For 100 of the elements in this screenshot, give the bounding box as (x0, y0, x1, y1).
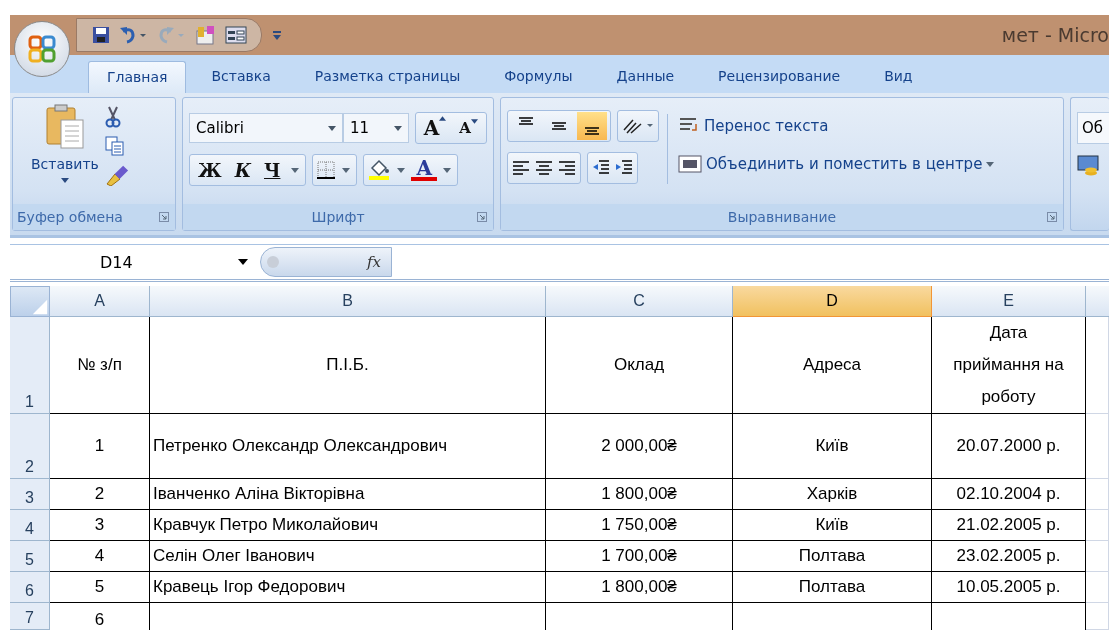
wrap-text-button[interactable]: Перенос текста (676, 114, 997, 138)
office-button[interactable] (14, 21, 70, 77)
row-header[interactable]: 1 (10, 317, 50, 414)
table-cell: П.І.Б. (150, 317, 546, 414)
table-cell: 1 (50, 414, 150, 479)
table-cell: Київ (733, 510, 932, 541)
caret-icon (238, 259, 248, 265)
empty-cell (1086, 603, 1109, 630)
ribbon-tab[interactable]: Вид (865, 60, 932, 93)
copy-icon[interactable] (104, 136, 125, 156)
row-header[interactable]: 3 (10, 479, 50, 510)
table-cell: 20.07.2000 р. (932, 414, 1086, 479)
chart-icon[interactable] (195, 25, 217, 45)
group-label: Шрифт (311, 209, 365, 225)
column-header[interactable]: D (733, 286, 932, 317)
clipboard-icon (44, 104, 85, 150)
column-header[interactable]: B (150, 286, 546, 317)
dialog-launcher-icon[interactable] (477, 212, 487, 222)
grow-font-button[interactable]: A (418, 116, 452, 140)
caret-icon (471, 119, 478, 124)
fill-color-icon[interactable] (367, 159, 392, 181)
dropdown-arrow-icon[interactable] (442, 167, 451, 173)
dropdown-arrow-icon[interactable] (291, 167, 300, 173)
ribbon-tab[interactable]: Разметка страницы (295, 60, 480, 93)
font-size-field[interactable]: 11 (342, 113, 409, 143)
undo-icon[interactable] (119, 25, 149, 45)
align-center-icon[interactable] (534, 158, 554, 178)
group-label: Выравнивание (727, 209, 837, 225)
table-cell: 02.10.2004 р. (932, 479, 1086, 510)
align-left-icon[interactable] (511, 158, 531, 178)
column-header[interactable]: A (50, 286, 150, 317)
row-header[interactable]: 5 (10, 541, 50, 572)
customize-icon[interactable] (272, 29, 282, 41)
table-cell: Кравець Ігор Федорович (150, 572, 546, 603)
table-cell: 6 (50, 603, 150, 630)
ribbon-tab[interactable]: Вставка (192, 60, 290, 93)
vertical-align-button[interactable] (577, 112, 607, 140)
ribbon-tab[interactable]: Формулы (485, 60, 592, 93)
table-cell: 1 750,00₴ (546, 510, 733, 541)
table-cell: 4 (50, 541, 150, 572)
ribbon-tab[interactable]: Данные (597, 60, 694, 93)
empty-cell (1086, 572, 1109, 603)
cut-icon[interactable] (104, 106, 121, 128)
merge-center-button[interactable]: Объединить и поместить в центре (676, 152, 997, 176)
triangle-icon (31, 298, 49, 316)
table-cell: Петренко Олександр Олександрович (150, 414, 546, 479)
table-cell: 23.02.2005 р. (932, 541, 1086, 572)
italic-button[interactable]: К (229, 159, 256, 181)
column-header[interactable]: E (932, 286, 1086, 317)
table-cell: Полтава (733, 541, 932, 572)
table-cell: 1 700,00₴ (546, 541, 733, 572)
column-header[interactable]: C (546, 286, 733, 317)
ribbon-tab[interactable]: Главная (88, 61, 187, 93)
table-cell: Кравчук Петро Миколайович (150, 510, 546, 541)
table-cell: 2 (50, 479, 150, 510)
borders-icon[interactable] (316, 160, 337, 180)
shrink-font-button[interactable]: A (454, 119, 483, 137)
window-title: мет - Micro (1001, 24, 1109, 46)
caret-icon (986, 161, 995, 167)
dropdown-arrow-icon[interactable] (397, 167, 406, 173)
table-cell: Полтава (733, 572, 932, 603)
table-cell: Оклад (546, 317, 733, 414)
empty-cell (1086, 510, 1109, 541)
table-cell: 1 800,00₴ (546, 479, 733, 510)
dropdown-arrow-icon[interactable] (342, 167, 351, 173)
row-header[interactable]: 6 (10, 572, 50, 603)
align-right-icon[interactable] (557, 158, 577, 178)
lines-icon (585, 127, 599, 135)
table-cell: 1 800,00₴ (546, 572, 733, 603)
up-caret-icon (439, 116, 447, 121)
table-cell: Харків (733, 479, 932, 510)
row-header[interactable]: 2 (10, 414, 50, 479)
paste-button[interactable]: Вставить (31, 104, 99, 204)
table-cell: Іванченко Аліна Вікторівна (150, 479, 546, 510)
group-label: Буфер обмена (17, 209, 123, 225)
save-icon[interactable] (91, 25, 111, 45)
dialog-launcher-icon[interactable] (159, 212, 169, 222)
underline-button[interactable]: Ч (259, 159, 286, 181)
table-cell: 5 (50, 572, 150, 603)
insert-function-button[interactable]: fx (260, 247, 392, 277)
form-icon[interactable] (225, 25, 247, 45)
dialog-launcher-icon[interactable] (1047, 212, 1057, 222)
currency-icon[interactable] (1077, 154, 1101, 178)
caret-icon (60, 178, 69, 183)
row-header[interactable]: 7 (10, 603, 50, 630)
table-cell: Київ (733, 414, 932, 479)
name-box[interactable]: D14 (10, 245, 260, 279)
ribbon-tab[interactable]: Рецензирование (699, 60, 860, 93)
table-cell: 10.05.2005 р. (932, 572, 1086, 603)
lines-icon (519, 117, 533, 125)
table-cell: 2 000,00₴ (546, 414, 733, 479)
number-format-field[interactable]: Об (1077, 112, 1109, 144)
bold-button[interactable]: Ж (193, 159, 227, 181)
row-header[interactable]: 4 (10, 510, 50, 541)
empty-cell (1086, 541, 1109, 572)
font-color-button[interactable]: A (411, 159, 437, 181)
lines-icon (552, 122, 566, 130)
knob-icon (267, 256, 279, 268)
font-name-field[interactable]: Calibri (189, 113, 343, 143)
format-painter-icon[interactable] (104, 164, 129, 186)
